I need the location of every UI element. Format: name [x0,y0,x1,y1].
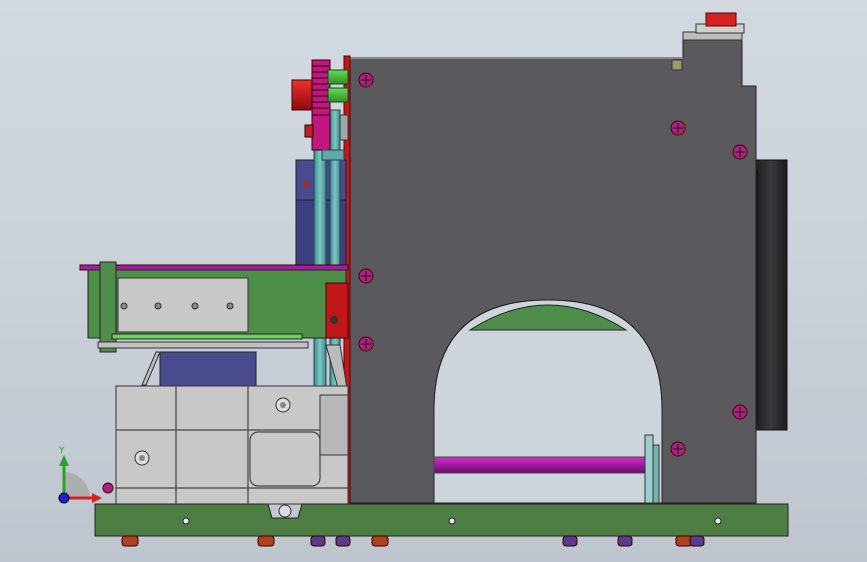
base-plate [94,503,789,537]
assembly-side-view[interactable]: Y X [0,0,867,562]
strut-left [141,351,161,386]
triad-plane [64,472,90,498]
y-axis-label: Y [58,446,65,456]
gearbox-housing [115,385,349,505]
base-feet [121,535,705,547]
lower-motor [159,351,257,389]
shaft-flange-2 [652,444,660,504]
x-arrow [92,493,102,503]
frame-tab [671,59,683,71]
slide-assembly [87,261,349,353]
side-screw [102,482,114,494]
purple-shaft [433,456,657,474]
cad-viewport[interactable]: Y X [0,0,867,562]
z-axis-dot [58,492,70,504]
coordinate-triad[interactable]: Y X [58,446,109,504]
base-hole [278,504,292,518]
y-arrow [59,455,69,466]
shaft-flange [644,434,654,504]
purple-rail [79,264,349,271]
red-button[interactable] [705,12,737,27]
